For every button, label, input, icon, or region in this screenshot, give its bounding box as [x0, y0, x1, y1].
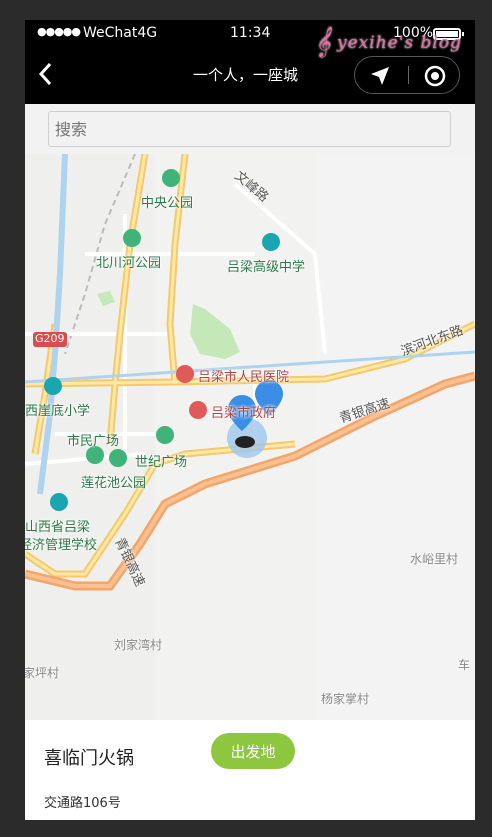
map-label-government: 吕梁市政府 [211, 406, 277, 421]
place-address: 交通路106号 [44, 796, 121, 811]
map-label-zhongyang-park: 中央公园 [141, 196, 194, 211]
map-label-economic-school-2: 经济管理学校 [25, 538, 98, 553]
carrier-label: WeChat4G [83, 25, 158, 41]
map-view[interactable]: 中央公园 北川河公园 吕梁高级中学 文峰路 G209 滨河北东路 吕梁市人民医院… [25, 154, 475, 720]
map-label-shimin-square: 市民广场 [67, 434, 120, 449]
svg-text:yexihe's blog: yexihe's blog [336, 33, 462, 53]
map-label-shiji-square: 世纪广场 [135, 455, 188, 470]
close-circle-icon[interactable] [423, 64, 447, 92]
map-label-lvliang-high-school: 吕梁高级中学 [227, 260, 306, 275]
location-panel: 喜临门火锅 出发地 交通路106号 [25, 720, 475, 820]
phone-screen: ●●●●● WeChat4G 11:34 100% 一个人，一座城 𝄞 yexi… [25, 20, 475, 820]
map-label-yaidi-school: 西崖底小学 [25, 404, 91, 419]
map-label-liujiawan-village: 刘家湾村 [114, 638, 163, 652]
map-label-jiaping-village: 家坪村 [25, 666, 60, 680]
set-start-button[interactable]: 出发地 [211, 733, 295, 769]
watermark-logo: 𝄞 yexihe's blog [315, 20, 475, 65]
map-label-people-hospital: 吕梁市人民医院 [198, 370, 290, 385]
map-label-lianhuachi-park: 莲花池公园 [81, 476, 147, 491]
chevron-left-icon [38, 62, 52, 86]
capsule-divider [408, 66, 409, 84]
search-input[interactable] [48, 111, 451, 147]
svg-text:𝄞: 𝄞 [315, 26, 332, 58]
map-label-che-village: 车 [458, 658, 471, 672]
page-title: 一个人，一座城 [193, 66, 299, 84]
signal-strength-icon: ●●●●● [37, 25, 81, 38]
location-arrow-icon[interactable] [369, 65, 391, 91]
map-label-shuiyuli-village: 水峪里村 [410, 552, 459, 566]
place-name: 喜临门火锅 [44, 748, 134, 769]
clock: 11:34 [230, 25, 271, 41]
map-label-beichuanhe-park: 北川河公园 [96, 256, 162, 271]
back-button[interactable] [37, 60, 53, 93]
map-label-economic-school-1: 山西省吕梁 [25, 520, 91, 535]
search-bar [25, 104, 475, 154]
map-label-yangjiazhang-village: 杨家掌村 [321, 692, 370, 706]
map-label-g209: G209 [35, 332, 65, 345]
